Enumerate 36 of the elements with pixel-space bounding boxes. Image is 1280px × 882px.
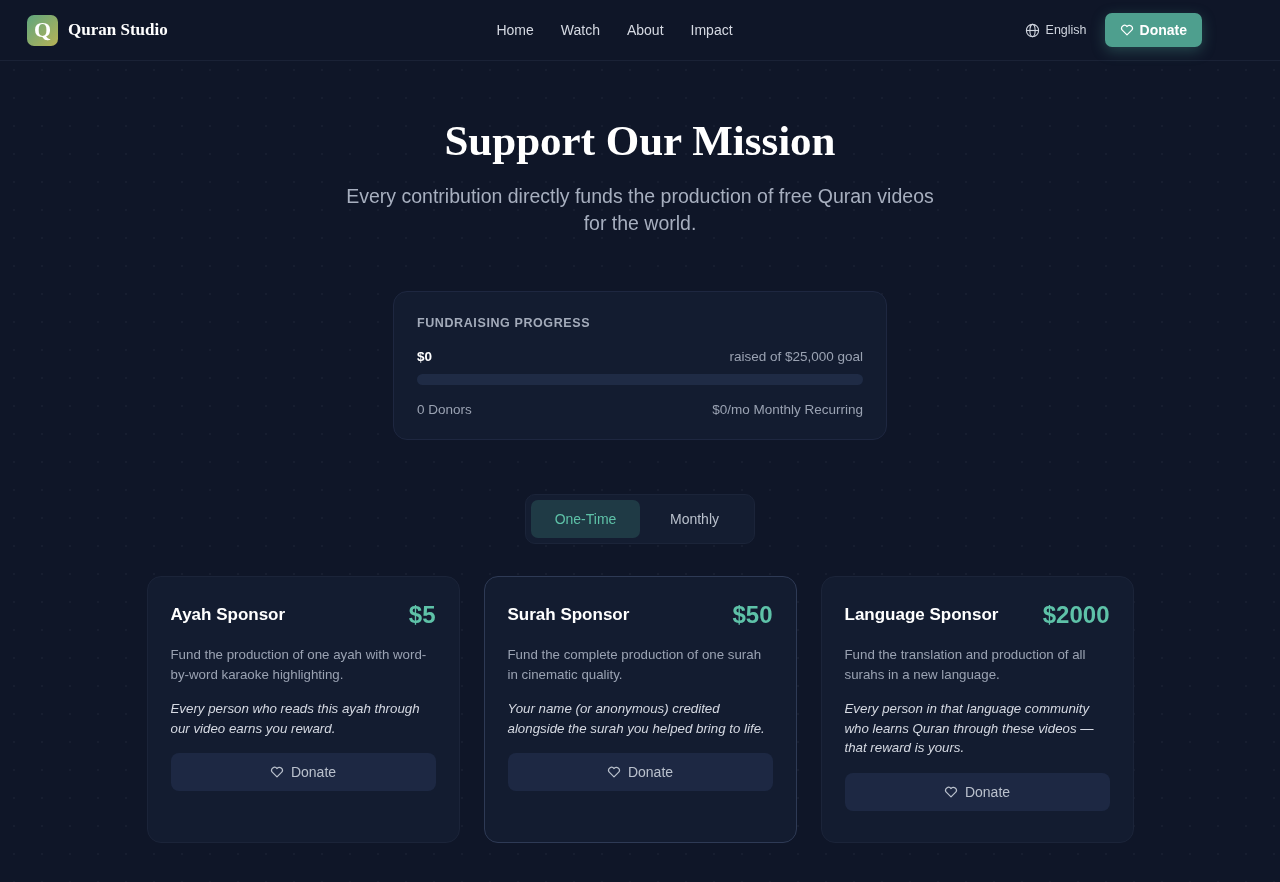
tier-name: Language Sponsor <box>844 605 999 625</box>
nav-link[interactable]: Impact <box>690 22 733 38</box>
page-title: Support Our Mission <box>444 116 836 165</box>
nav-link[interactable]: Home <box>496 22 534 38</box>
tier-price: $50 <box>732 601 773 629</box>
page-subtitle: Every contribution directly funds the production of free Quran videos for the world. <box>345 184 935 236</box>
frequency-tab[interactable]: One-Time <box>531 500 640 538</box>
donate-button[interactable]: Donate <box>507 753 773 791</box>
heart-icon <box>269 765 284 779</box>
logo-icon: Q <box>27 14 58 46</box>
globe-icon <box>1024 22 1040 38</box>
tier-reward: Every person who reads this ayah through our video earns you reward. <box>170 700 421 738</box>
tier-name: Ayah Sponsor <box>170 605 286 625</box>
tier-price: $5 <box>408 601 436 629</box>
tier-description: Fund the translation and production of all surahs in a new language. <box>844 646 1087 684</box>
heart-icon <box>606 765 621 779</box>
language-button[interactable]: English <box>1024 22 1087 38</box>
frequency-tab[interactable]: Monthly <box>640 500 749 538</box>
tier-price: $2000 <box>1042 601 1110 629</box>
raised-amount: $0 <box>417 349 433 364</box>
brand-name[interactable]: Quran Studio <box>68 20 168 40</box>
nav-link[interactable]: About <box>626 22 664 38</box>
heart-icon <box>1119 23 1134 37</box>
nav-link[interactable]: Watch <box>560 22 600 38</box>
heart-icon <box>943 784 958 799</box>
tier-description: Fund the complete production of one surah in cinematic quality. <box>507 646 763 684</box>
tier-reward: Every person in that language community who learns Quran through these videos — that reward is yours. <box>844 700 1095 757</box>
goal-text: raised of $25,000 goal <box>729 349 863 364</box>
donor-count: 0 Donors <box>417 402 472 417</box>
tier-name: Surah Sponsor <box>507 605 630 625</box>
tier-reward: Your name (or anonymous) credited alongside the surah you helped bring to life. <box>507 700 766 738</box>
tier-description: Fund the production of one ayah with word-by-word karaoke highlighting. <box>170 646 428 684</box>
donate-button[interactable]: Donate <box>844 772 1110 811</box>
recurring-total: $0/mo Monthly Recurring <box>712 402 863 417</box>
donate-button[interactable]: Donate <box>170 753 436 791</box>
progress-heading: FUNDRAISING PROGRESS <box>417 316 592 330</box>
